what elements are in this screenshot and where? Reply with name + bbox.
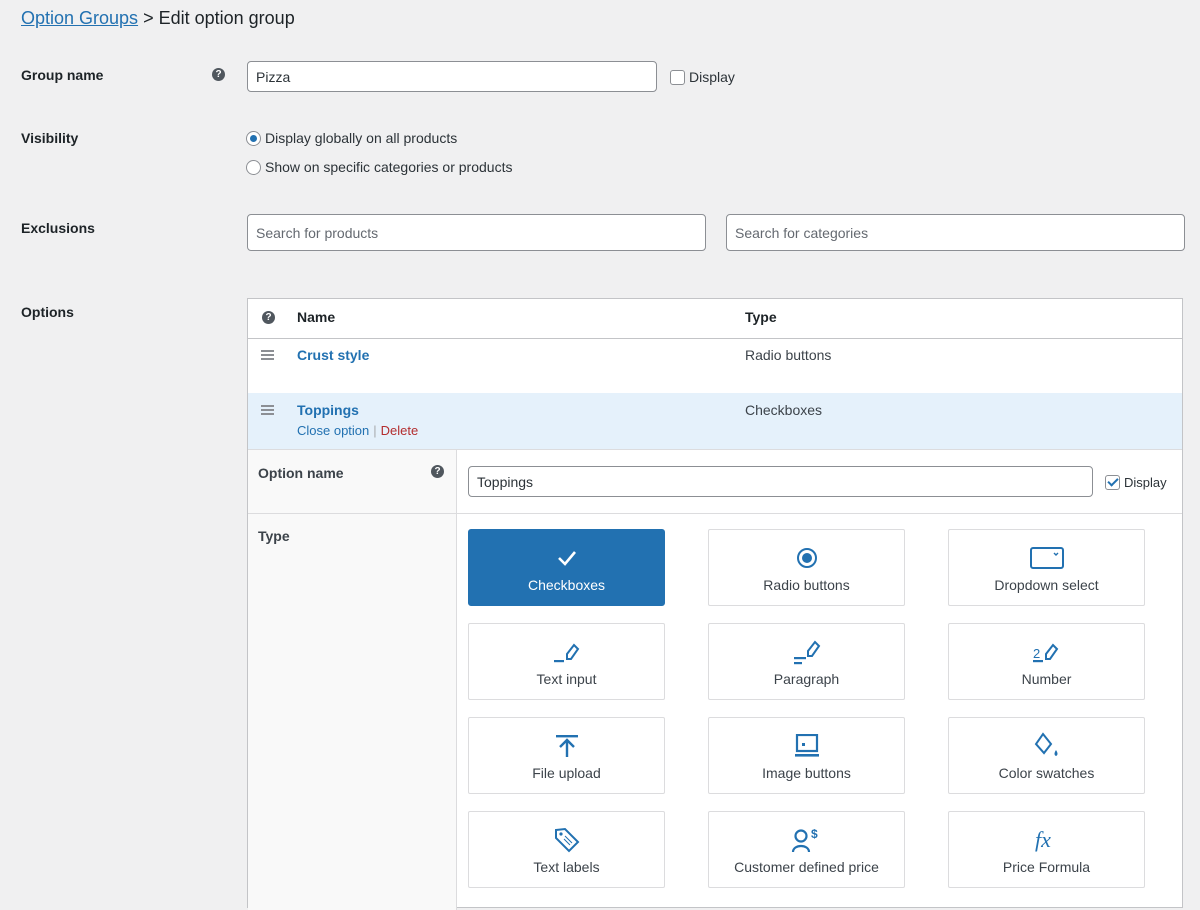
- formula-icon: fx: [949, 827, 1144, 853]
- option-name-input[interactable]: [468, 466, 1093, 497]
- option-editor: Option name ? Display Type Checkboxes Rad…: [248, 449, 1182, 910]
- group-display-toggle[interactable]: Display: [670, 68, 735, 85]
- type-option-price-formula[interactable]: fx Price Formula: [948, 811, 1145, 888]
- close-option-link[interactable]: Close option: [297, 423, 369, 438]
- search-categories-input[interactable]: [726, 214, 1185, 251]
- type-option-label: Text labels: [533, 859, 600, 875]
- type-option-label: File upload: [532, 765, 601, 781]
- paint-bucket-icon: [949, 732, 1144, 759]
- option-name-link[interactable]: Crust style: [297, 347, 369, 363]
- type-option-number[interactable]: 2 Number: [948, 623, 1145, 700]
- option-display-checkbox[interactable]: [1105, 474, 1120, 490]
- breadcrumb-separator: >: [143, 8, 154, 28]
- visibility-option-label: Show on specific categories or products: [265, 159, 513, 176]
- type-option-label: Paragraph: [773, 671, 840, 687]
- dropdown-icon: [949, 545, 1144, 571]
- type-option-label: Dropdown select: [994, 577, 1099, 593]
- search-products-input[interactable]: [247, 214, 706, 251]
- image-icon: [709, 733, 904, 759]
- exclusions-label: Exclusions: [21, 220, 95, 236]
- type-option-label: Text input: [536, 671, 597, 687]
- type-option-text-labels[interactable]: Text labels: [468, 811, 665, 888]
- type-option-label: Customer defined price: [734, 859, 879, 875]
- group-name-help-icon[interactable]: ?: [212, 68, 225, 81]
- type-option-label: Price Formula: [1002, 859, 1091, 875]
- type-option-label: Image buttons: [762, 765, 851, 781]
- type-option-image-buttons[interactable]: Image buttons: [708, 717, 905, 794]
- drag-handle-icon[interactable]: [261, 405, 274, 417]
- breadcrumb-option-groups-link[interactable]: Option Groups: [21, 8, 138, 28]
- visibility-option-label: Display globally on all products: [265, 130, 458, 147]
- svg-text:2: 2: [1033, 646, 1040, 661]
- options-table: ? Name Type Crust style Radio buttons To…: [247, 298, 1183, 910]
- type-option-label: Number: [1021, 671, 1072, 687]
- row-actions: Close option | Delete: [297, 423, 418, 438]
- visibility-option-global[interactable]: Display globally on all products: [246, 129, 457, 146]
- option-display-label: Display: [1124, 474, 1167, 490]
- text-input-icon: [469, 639, 664, 665]
- tag-icon: [469, 827, 664, 853]
- type-option-text-input[interactable]: Text input: [468, 623, 665, 700]
- editor-labels-column: [248, 450, 457, 910]
- option-name-label: Option name: [258, 465, 344, 481]
- option-row[interactable]: Crust style Radio buttons: [248, 338, 1182, 394]
- svg-text:$: $: [811, 827, 818, 841]
- type-option-dropdown-select[interactable]: Dropdown select: [948, 529, 1145, 606]
- type-option-label: Radio buttons: [763, 577, 850, 593]
- visibility-option-specific[interactable]: Show on specific categories or products: [246, 158, 512, 175]
- paragraph-icon: [709, 639, 904, 665]
- number-icon: 2: [949, 639, 1144, 665]
- drag-handle-icon[interactable]: [261, 350, 274, 362]
- option-name-help-icon[interactable]: ?: [431, 465, 444, 478]
- option-type: Radio buttons: [745, 347, 832, 363]
- action-separator: |: [373, 423, 377, 438]
- options-label: Options: [21, 304, 74, 320]
- group-display-checkbox[interactable]: [670, 69, 685, 85]
- option-row-active[interactable]: Toppings Checkboxes Close option | Delete: [248, 393, 1182, 449]
- page-title: Option Groups > Edit option group: [21, 8, 295, 29]
- type-option-radio-buttons[interactable]: Radio buttons: [708, 529, 905, 606]
- options-table-header: ? Name Type: [248, 299, 1182, 339]
- radio-global[interactable]: [246, 130, 261, 146]
- radio-icon: [709, 545, 904, 571]
- visibility-label: Visibility: [21, 130, 79, 146]
- option-type: Checkboxes: [745, 402, 823, 418]
- delete-option-link[interactable]: Delete: [381, 423, 419, 438]
- group-name-label: Group name: [21, 67, 104, 83]
- group-display-label: Display: [689, 69, 735, 86]
- radio-specific[interactable]: [246, 159, 261, 175]
- option-name-link[interactable]: Toppings: [297, 402, 359, 418]
- type-option-paragraph[interactable]: Paragraph: [708, 623, 905, 700]
- group-name-input[interactable]: [247, 61, 657, 92]
- type-option-label: Checkboxes: [527, 577, 606, 593]
- type-option-checkboxes[interactable]: Checkboxes: [468, 529, 665, 606]
- type-option-label: Color swatches: [998, 765, 1095, 781]
- column-type: Type: [745, 309, 777, 325]
- type-option-color-swatches[interactable]: Color swatches: [948, 717, 1145, 794]
- svg-text:fx: fx: [1035, 827, 1051, 852]
- option-display-toggle[interactable]: Display: [1105, 473, 1167, 490]
- editor-divider: [248, 513, 1182, 514]
- user-dollar-icon: $: [709, 827, 904, 853]
- breadcrumb-current: Edit option group: [158, 8, 295, 28]
- checkmark-icon: [469, 545, 664, 571]
- options-help-icon[interactable]: ?: [262, 311, 275, 324]
- type-label: Type: [258, 528, 290, 544]
- upload-icon: [469, 733, 664, 759]
- column-name: Name: [297, 309, 336, 325]
- type-option-file-upload[interactable]: File upload: [468, 717, 665, 794]
- type-option-customer-defined-price[interactable]: $ Customer defined price: [708, 811, 905, 888]
